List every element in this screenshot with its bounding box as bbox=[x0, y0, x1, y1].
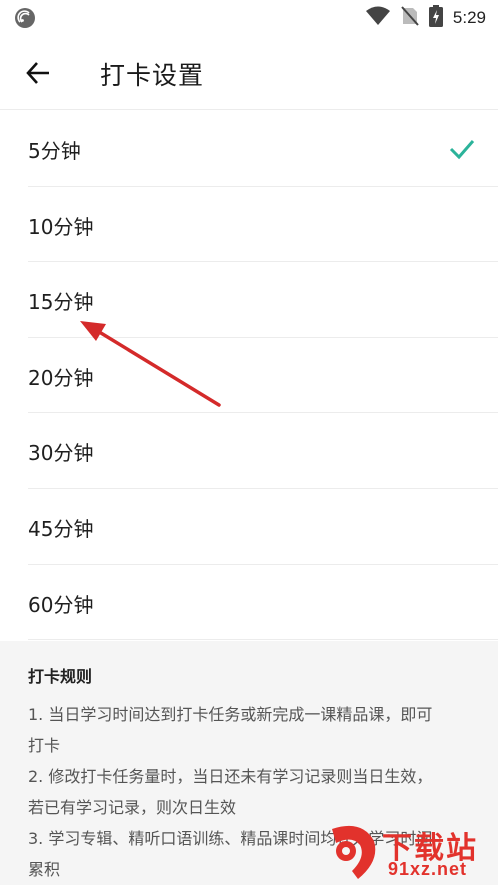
page-title: 打卡设置 bbox=[100, 61, 205, 90]
arrow-left-icon bbox=[26, 62, 49, 84]
option-30-min[interactable]: 30分钟 bbox=[0, 413, 498, 489]
option-60-min[interactable]: 60分钟 bbox=[0, 565, 498, 641]
option-label: 5分钟 bbox=[28, 139, 81, 163]
rules-title: 打卡规则 bbox=[28, 667, 93, 686]
option-20-min[interactable]: 20分钟 bbox=[0, 338, 498, 414]
wifi-icon bbox=[365, 6, 391, 30]
rule-line: 2. 修改打卡任务量时，当日还未有学习记录则当日生效， bbox=[28, 767, 433, 786]
rule-line: 3. 学习专辑、精听口语训练、精品课时间均计入学习时间 bbox=[28, 829, 433, 848]
hotspot-icon bbox=[14, 7, 36, 29]
battery-charging-icon bbox=[428, 5, 443, 31]
option-5-min[interactable]: 5分钟 bbox=[0, 111, 498, 187]
duration-options-list: 5分钟 10分钟 15分钟 20分钟 30分钟 45分钟 60分钟 bbox=[0, 111, 498, 641]
back-button[interactable] bbox=[22, 58, 54, 88]
status-bar: 5:29 bbox=[0, 0, 498, 36]
option-15-min[interactable]: 15分钟 bbox=[0, 262, 498, 338]
app-bar: 打卡设置 bbox=[0, 36, 498, 110]
option-label: 20分钟 bbox=[28, 365, 94, 390]
check-icon bbox=[449, 140, 475, 160]
option-label: 10分钟 bbox=[28, 214, 94, 239]
option-label: 60分钟 bbox=[28, 592, 94, 617]
divider bbox=[28, 639, 498, 641]
option-label: 45分钟 bbox=[28, 516, 94, 541]
no-sim-icon bbox=[401, 6, 419, 30]
rule-line: 1. 当日学习时间达到打卡任务或新完成一课精品课，即可 bbox=[28, 705, 433, 724]
option-45-min[interactable]: 45分钟 bbox=[0, 489, 498, 565]
option-label: 15分钟 bbox=[28, 290, 94, 315]
rule-line: 打卡 bbox=[28, 736, 61, 755]
option-label: 30分钟 bbox=[28, 441, 94, 466]
option-10-min[interactable]: 10分钟 bbox=[0, 187, 498, 263]
checkin-rules: 打卡规则 1. 当日学习时间达到打卡任务或新完成一课精品课，即可 打卡 2. 修… bbox=[0, 641, 498, 885]
rule-line: 若已有学习记录，则次日生效 bbox=[28, 798, 237, 817]
rule-line: 累积 bbox=[28, 860, 61, 879]
status-time: 5:29 bbox=[452, 8, 486, 27]
